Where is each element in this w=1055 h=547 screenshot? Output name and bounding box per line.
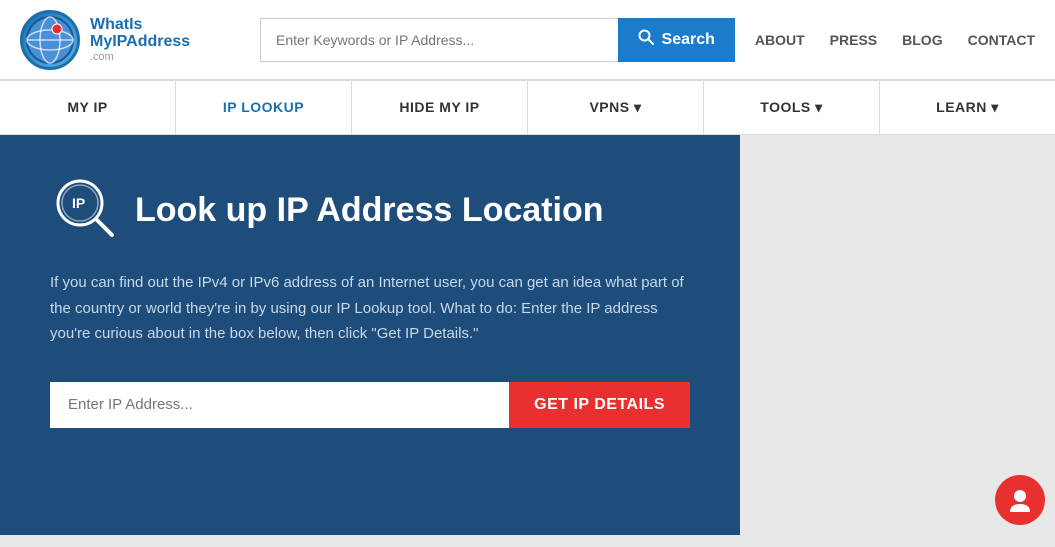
hero-section: IP Look up IP Address Location If you ca… [0,135,740,535]
ip-lookup-icon: IP [50,175,120,245]
hero-title: Look up IP Address Location [135,191,604,230]
nav-item-vpns[interactable]: VPNS ▾ [528,81,704,134]
nav-link-contact[interactable]: CONTACT [968,32,1035,48]
sidebar-area [740,135,1055,535]
search-button-label: Search [662,31,715,49]
header-nav: ABOUT PRESS BLOG CONTACT [755,32,1035,48]
search-area: Search [260,18,735,62]
main-navbar: MY IP IP LOOKUP HIDE MY IP VPNS ▾ TOOLS … [0,80,1055,135]
header: WhatIs MyIPAddress .com Search ABOUT PRE… [0,0,1055,80]
nav-link-blog[interactable]: BLOG [902,32,942,48]
nav-item-learn[interactable]: LEARN ▾ [880,81,1055,134]
logo-com: .com [90,51,190,63]
svg-text:IP: IP [72,195,85,211]
hero-description: If you can find out the IPv4 or IPv6 add… [50,270,690,347]
ip-address-input[interactable] [50,382,509,428]
logo-icon [20,10,80,70]
get-ip-details-button[interactable]: GET IP DETAILS [509,382,690,428]
main-content: IP Look up IP Address Location If you ca… [0,135,1055,535]
logo-myipaddress: MyIPAddress [90,33,190,51]
logo-whatismyipaddress: WhatIs [90,16,190,34]
nav-link-press[interactable]: PRESS [830,32,877,48]
nav-item-myip[interactable]: MY IP [0,81,176,134]
logo-text: WhatIs MyIPAddress .com [90,16,190,63]
nav-link-about[interactable]: ABOUT [755,32,805,48]
search-button[interactable]: Search [618,18,735,62]
nav-item-hidemyip[interactable]: HIDE MY IP [352,81,528,134]
sidebar-circle-icon [995,475,1045,525]
search-icon [638,29,654,50]
logo-area[interactable]: WhatIs MyIPAddress .com [20,10,240,70]
search-input[interactable] [260,18,618,62]
nav-item-tools[interactable]: TOOLS ▾ [704,81,880,134]
ip-input-row: GET IP DETAILS [50,382,690,428]
hero-title-area: IP Look up IP Address Location [50,175,690,245]
nav-item-iplookup[interactable]: IP LOOKUP [176,81,352,134]
